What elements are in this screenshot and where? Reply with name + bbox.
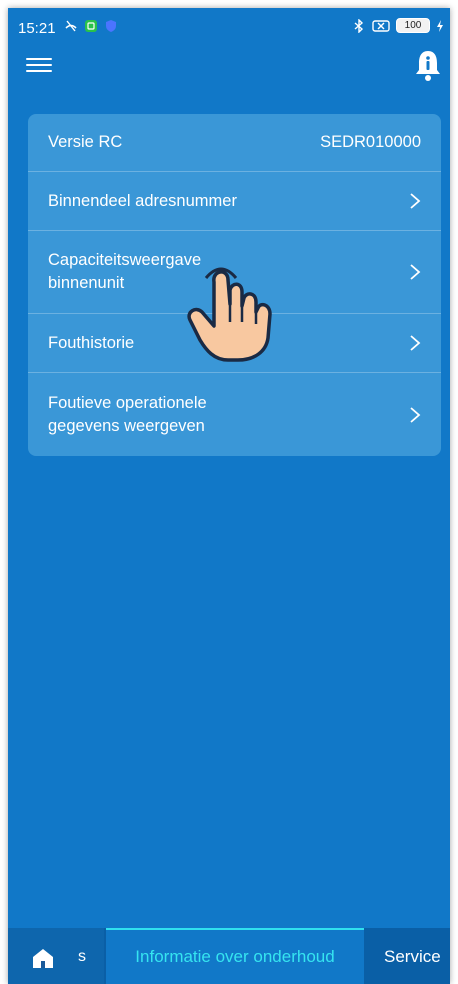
row-label-line1: Capaciteitsweergave <box>48 251 202 269</box>
top-app-bar <box>8 46 450 86</box>
info-card: Versie RC SEDR010000 Binnendeel adresnum… <box>28 114 441 456</box>
shield-icon <box>106 20 116 32</box>
row-label-line2: gegevens weergeven <box>48 416 205 435</box>
row-label: Capaciteitsweergave binnenunit <box>48 249 401 295</box>
no-sim-icon <box>372 19 390 32</box>
hamburger-menu-icon[interactable] <box>26 54 52 74</box>
missed-call-icon <box>65 20 77 32</box>
home-icon <box>33 949 53 968</box>
chevron-right-icon <box>410 193 421 209</box>
tab-service[interactable]: Service <box>384 947 441 967</box>
row-value: SEDR010000 <box>320 133 421 151</box>
chevron-right-icon <box>410 335 421 351</box>
status-bar: 15:21 100 <box>8 8 450 46</box>
chevron-right-icon <box>410 406 421 423</box>
row-version-rc: Versie RC SEDR010000 <box>28 114 441 172</box>
phone-screen: 15:21 100 Versie RC SEDR010000 Binnendee… <box>8 8 450 984</box>
row-label-line2: binnenunit <box>48 274 125 292</box>
chevron-right-icon <box>410 264 421 280</box>
row-label: Versie RC <box>48 133 123 151</box>
battery-indicator: 100 <box>396 18 430 33</box>
bottom-tab-bar: s Informatie over onderhoud Service <box>8 928 450 984</box>
row-faulty-operational-data[interactable]: Foutieve operationele gegevens weergeven <box>28 373 441 456</box>
charging-icon <box>437 19 443 32</box>
tab-partial-label[interactable]: s <box>78 948 86 966</box>
bell-info-icon[interactable] <box>412 48 444 82</box>
row-label: Foutieve operationele gegevens weergeven <box>48 392 401 438</box>
tab-maintenance-info[interactable]: Informatie over onderhoud <box>106 928 364 984</box>
tab-home[interactable] <box>8 928 104 984</box>
status-left-icons <box>64 19 118 33</box>
row-label: Fouthistorie <box>48 333 135 352</box>
row-indoor-address-number[interactable]: Binnendeel adresnummer <box>28 172 441 231</box>
status-right-icons: 100 <box>352 18 444 33</box>
app-notification-icon <box>85 20 97 32</box>
bluetooth-icon <box>354 18 364 33</box>
status-time: 15:21 <box>18 20 56 37</box>
row-label-line1: Foutieve operationele <box>48 393 207 412</box>
row-label: Binnendeel adresnummer <box>48 191 237 210</box>
row-error-history[interactable]: Fouthistorie <box>28 314 441 373</box>
row-capacity-indoor-unit[interactable]: Capaciteitsweergave binnenunit <box>28 231 441 314</box>
